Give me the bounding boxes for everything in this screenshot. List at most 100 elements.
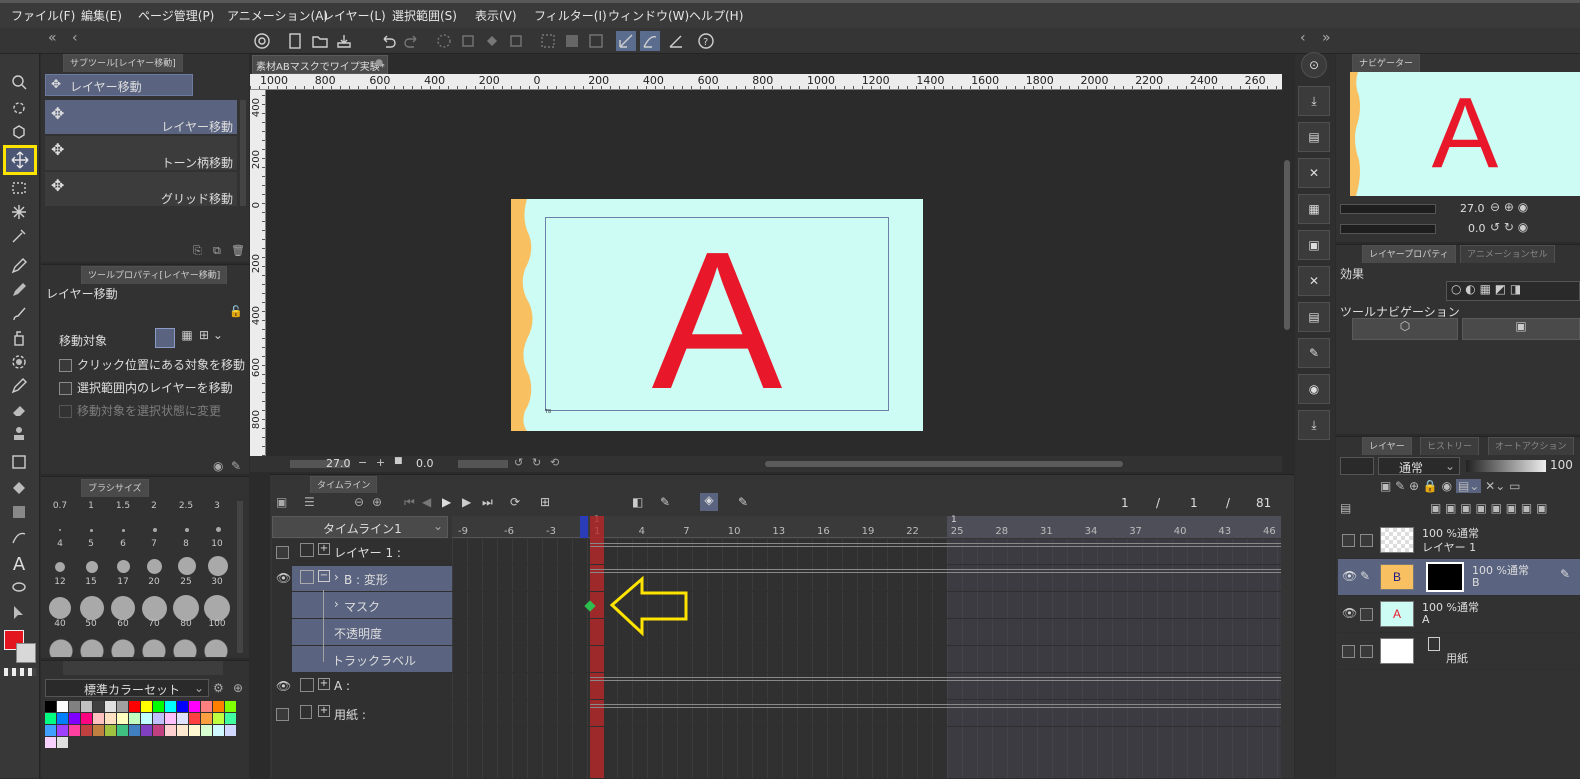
save-icon[interactable] xyxy=(334,31,354,51)
selection-border-icon[interactable] xyxy=(586,31,606,51)
timeline-select[interactable]: タイムライン1 ⌄ xyxy=(272,516,448,538)
tool-property-title[interactable]: ツールプロパティ[レイヤー移動] xyxy=(81,266,228,284)
canvas-page[interactable]: A T8 xyxy=(511,199,923,431)
menu-animation[interactable]: アニメーション(A) xyxy=(224,7,331,25)
clear-icon[interactable] xyxy=(458,31,478,51)
color-swatch[interactable] xyxy=(93,701,104,712)
color-swatch[interactable] xyxy=(129,725,140,736)
color-swatch[interactable] xyxy=(189,713,200,724)
track-paper[interactable]: + 用紙 : xyxy=(272,701,1281,727)
redo-icon[interactable] xyxy=(402,31,422,51)
story-icon[interactable]: ▤ xyxy=(1298,302,1330,332)
decoration-tool-icon[interactable] xyxy=(6,351,32,373)
eye-icon[interactable]: 👁 xyxy=(276,571,291,585)
new-cel-icon[interactable]: ⊞ xyxy=(540,495,550,509)
color-swatch[interactable] xyxy=(213,725,224,736)
deselect-icon[interactable] xyxy=(538,31,558,51)
color-swatch[interactable] xyxy=(81,725,92,736)
new-file-icon[interactable] xyxy=(286,31,306,51)
duplicate-subtool-icon[interactable]: ⧉ xyxy=(213,244,221,258)
color-swatch[interactable] xyxy=(189,701,200,712)
eraser-tool-icon[interactable] xyxy=(6,399,32,421)
collapse-left2-icon[interactable]: ‹ xyxy=(72,30,78,46)
track-a[interactable]: 👁 + A : xyxy=(272,674,1281,700)
menu-layer[interactable]: レイヤー(L) xyxy=(319,7,389,25)
layer-row-b[interactable]: 👁 ✎ B 100 %通常 B ✎ xyxy=(1338,559,1580,596)
move-tool-icon[interactable] xyxy=(3,145,37,175)
subtool-item-grid-move[interactable]: ✥ グリッド移動 xyxy=(45,172,237,206)
timeline-tab[interactable]: タイムライン xyxy=(310,476,378,494)
next-frame-icon[interactable]: ▶ xyxy=(462,495,471,509)
clip-studio-icon[interactable] xyxy=(252,31,272,51)
color-swatch[interactable] xyxy=(213,701,224,712)
option-change-selection[interactable]: 移動対象を選択状態に変更 xyxy=(59,402,221,419)
brush-size-preset[interactable]: 60 xyxy=(110,619,136,629)
auto-select-tool-icon[interactable] xyxy=(6,201,32,223)
brush-size-preset[interactable]: 70 xyxy=(141,619,167,629)
correct-line-tool-icon[interactable] xyxy=(6,601,32,623)
color-swatch[interactable] xyxy=(153,713,164,724)
effect-buttons[interactable]: ○ ◐ ▦ ◩ ◨ xyxy=(1446,281,1580,301)
brush-size-preset[interactable]: 6 xyxy=(110,539,136,549)
first-frame-icon[interactable]: ⏮ xyxy=(404,495,415,510)
move-target-grid-button[interactable]: ⊞ ⌄ xyxy=(199,328,227,348)
subtool-item-layer-move[interactable]: ✥ レイヤー移動 xyxy=(45,100,237,134)
export-image-icon[interactable]: ▤ xyxy=(1298,122,1330,152)
tool-nav-button-2[interactable]: ▣ xyxy=(1462,318,1580,340)
color-swatch[interactable] xyxy=(201,701,212,712)
color-set-add-icon[interactable]: ⊕ xyxy=(233,681,243,695)
navigator-rotate-slider[interactable] xyxy=(1340,224,1436,234)
airbrush-tool-icon[interactable] xyxy=(6,327,32,349)
track-label-row[interactable]: トラックラベル xyxy=(272,647,1281,673)
navigator-toggle-icon[interactable]: ⊙ xyxy=(1301,52,1327,78)
property-settings-icon[interactable]: ◉ xyxy=(213,459,223,473)
color-swatch[interactable] xyxy=(81,713,92,724)
expand-icon[interactable]: + xyxy=(318,678,330,690)
brush-size-preset[interactable]: 80 xyxy=(173,619,199,629)
brush-size-preset[interactable]: 5 xyxy=(78,539,104,549)
option-selection-layer[interactable]: 選択範囲内のレイヤーを移動 xyxy=(59,379,233,396)
color-swatch[interactable] xyxy=(153,701,164,712)
brush-size-preset[interactable]: 15 xyxy=(78,577,104,587)
onion-skin-icon[interactable]: ◧ xyxy=(632,495,643,509)
eye-icon[interactable]: 👁 xyxy=(276,679,291,693)
brush-size-preset[interactable]: 1.5 xyxy=(110,501,136,511)
brush-tool-icon[interactable] xyxy=(6,303,32,325)
frame-tool-icon[interactable] xyxy=(6,527,32,549)
auto-action-tab[interactable]: オートアクション xyxy=(1488,437,1574,455)
invert-selection-icon[interactable] xyxy=(562,31,582,51)
brush-size-preset[interactable]: 12 xyxy=(47,577,73,587)
color-swatch[interactable] xyxy=(57,701,68,712)
color-swatch[interactable] xyxy=(45,725,56,736)
tone-icon[interactable]: ▦ xyxy=(1298,194,1330,224)
last-frame-icon[interactable]: ⏭ xyxy=(482,495,493,510)
color-swatch[interactable] xyxy=(93,713,104,724)
reset-rotate-icon[interactable]: ⟲ xyxy=(550,456,559,469)
close-icon[interactable]: ● xyxy=(375,58,383,68)
color-swatch[interactable] xyxy=(45,737,56,748)
balloon-tool-icon[interactable] xyxy=(6,577,32,599)
import-icon[interactable]: ⤓ xyxy=(1298,86,1330,116)
layer-row-layer1[interactable]: 100 %通常 レイヤー 1 xyxy=(1338,522,1580,559)
brush-size-preset[interactable]: 100 xyxy=(204,619,230,629)
navigator-preview[interactable]: A xyxy=(1350,72,1580,196)
color-swatch[interactable] xyxy=(141,725,152,736)
menu-window[interactable]: ウィンドウ(W) xyxy=(605,7,692,25)
track-opacity[interactable]: 不透明度 xyxy=(272,620,1281,646)
color-tabs[interactable] xyxy=(63,661,223,675)
brush-size-preset[interactable]: 4 xyxy=(47,539,73,549)
history-tab[interactable]: ヒストリー xyxy=(1420,437,1480,455)
zoom-value[interactable]: 27.0 xyxy=(326,457,351,470)
edit-pen-icon[interactable]: ✎ xyxy=(1360,569,1370,583)
prev-frame-icon[interactable]: ◀ xyxy=(422,495,431,509)
color-swatch[interactable] xyxy=(129,701,140,712)
track-b-transform[interactable]: 👁 − › B : 変形 xyxy=(272,566,1281,592)
zoom-in-button[interactable]: + xyxy=(376,456,385,469)
canvas-area[interactable]: A T8 xyxy=(266,90,1294,456)
delete-subtool-icon[interactable]: 🗑 xyxy=(231,244,245,257)
collapse-right-icon[interactable]: ‹ xyxy=(1300,30,1306,46)
timeline-list-icon[interactable]: ☰ xyxy=(304,495,315,509)
color-swatch[interactable] xyxy=(213,713,224,724)
color-swatch[interactable] xyxy=(177,701,188,712)
pencil-tool-icon[interactable] xyxy=(6,279,32,301)
